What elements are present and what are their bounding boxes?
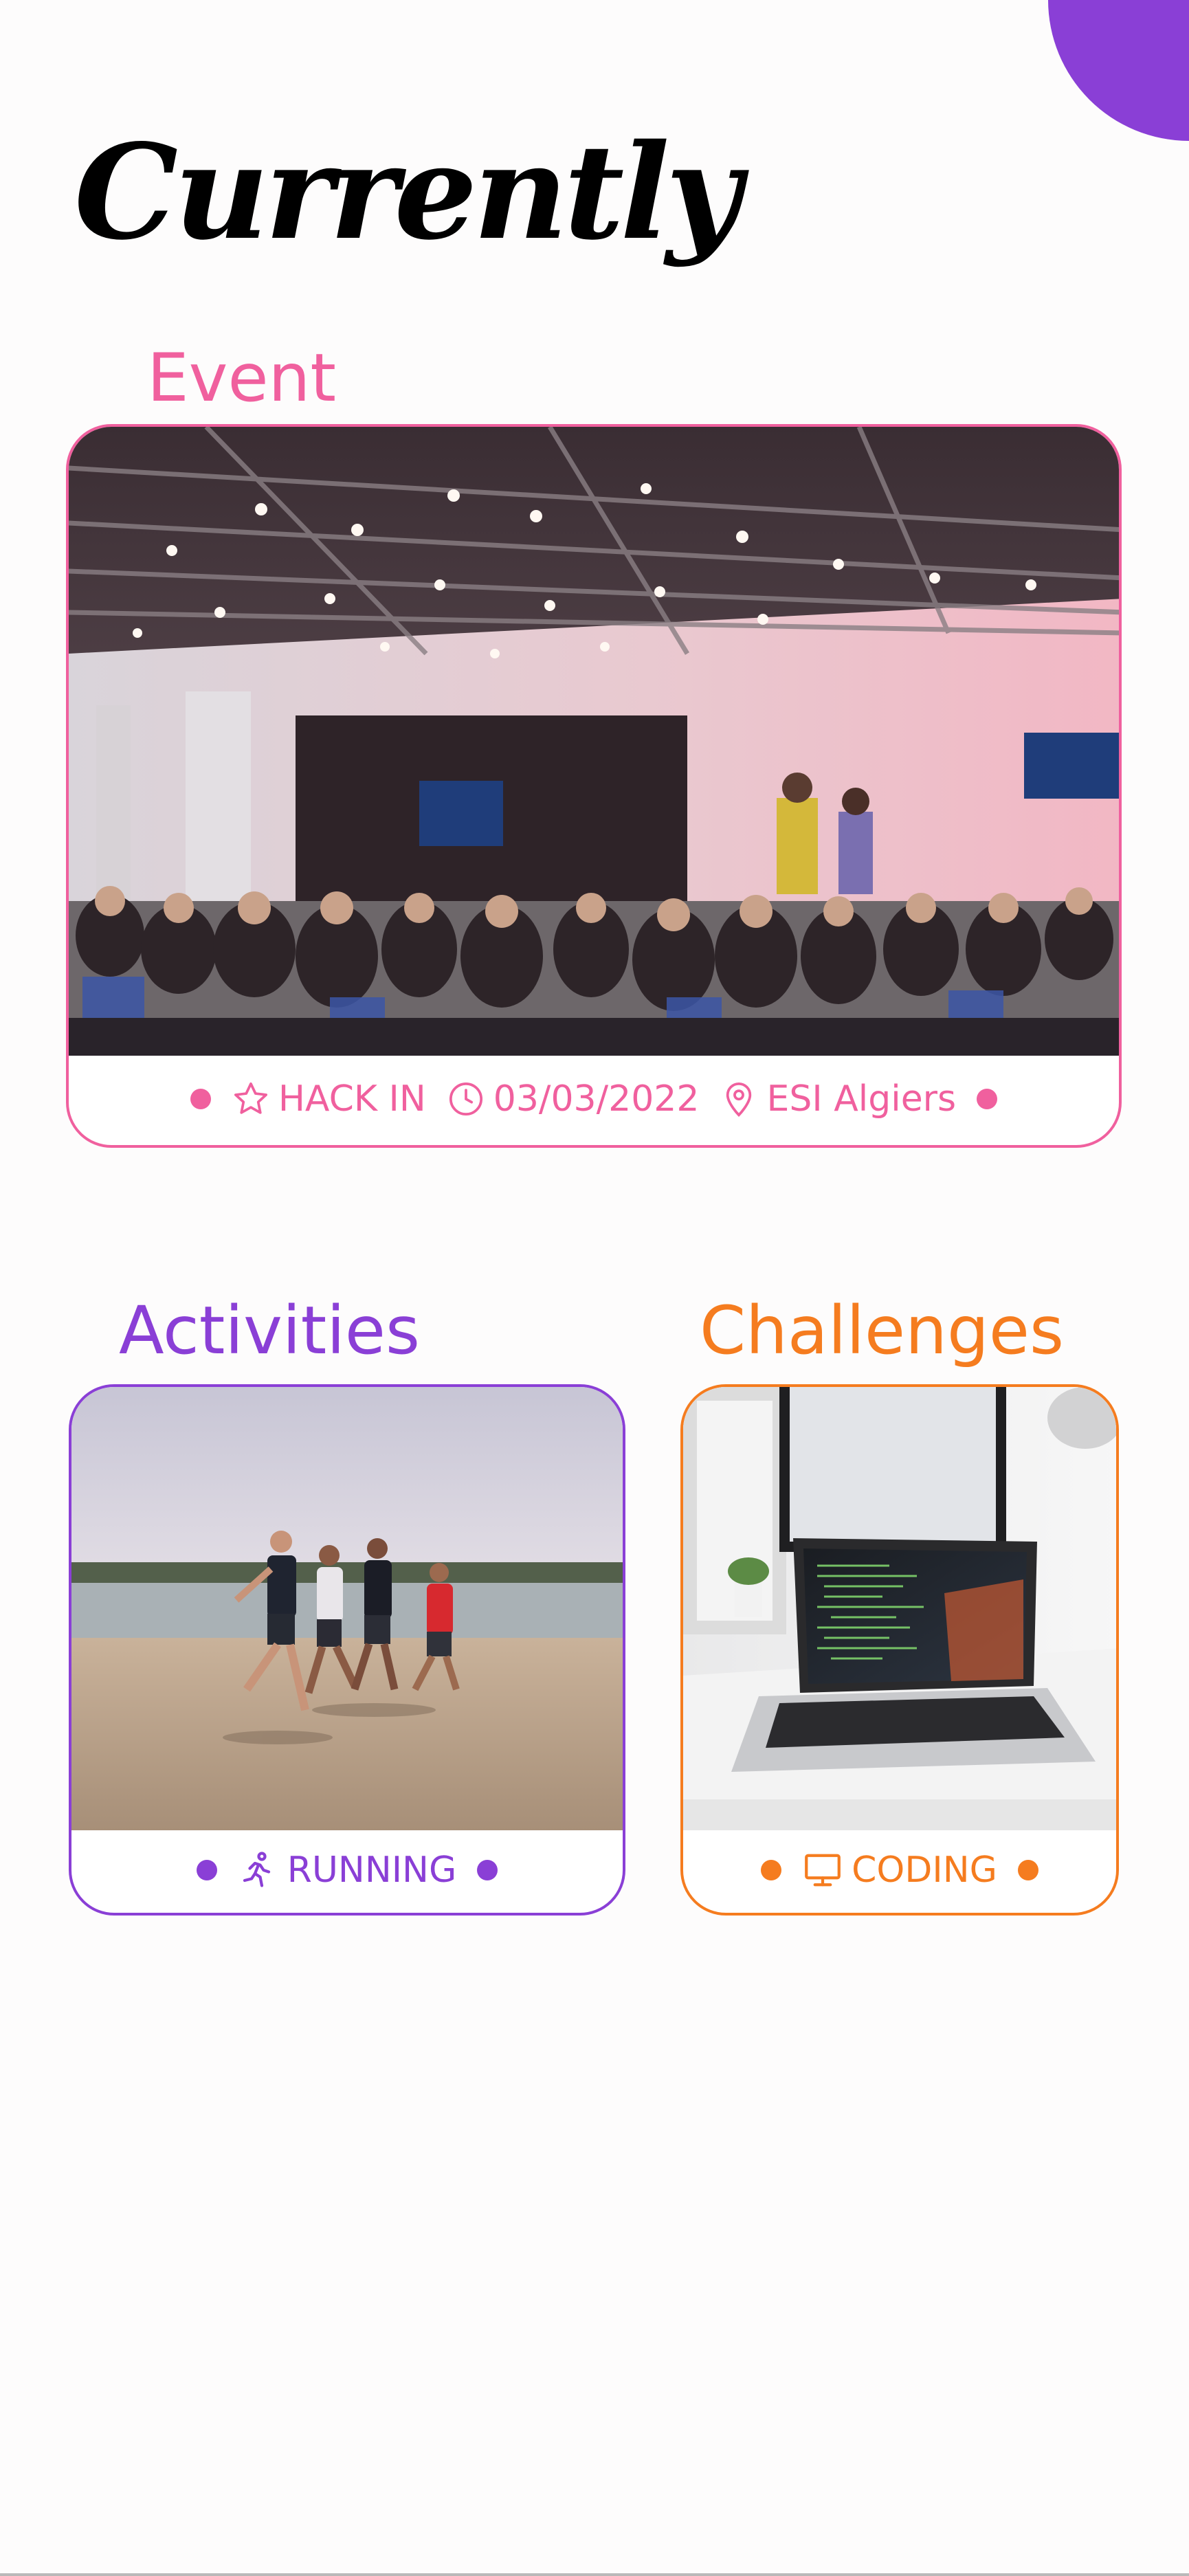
activities-info-bar: RUNNING <box>71 1828 623 1913</box>
activities-photo <box>71 1387 623 1830</box>
corner-decoration <box>1048 0 1189 141</box>
event-photo <box>69 427 1119 1056</box>
event-date-item: 03/03/2022 <box>447 1078 700 1120</box>
bullet-dot <box>477 1860 498 1880</box>
event-name-item: HACK IN <box>232 1080 426 1118</box>
bullet-dot <box>196 1860 217 1880</box>
challenges-photo <box>683 1387 1116 1830</box>
star-icon <box>234 1082 267 1114</box>
bottom-divider <box>0 2573 1189 2576</box>
bullet-dot <box>761 1860 782 1880</box>
running-person-icon <box>243 1852 270 1887</box>
challenges-heading: Challenges <box>700 1292 1064 1369</box>
bullet-dot <box>977 1089 998 1109</box>
monitor-icon <box>805 1854 841 1887</box>
page: Currently Event HACK IN 03/03/2022 ESI A… <box>0 0 1189 2576</box>
activities-heading: Activities <box>119 1292 420 1369</box>
activities-card[interactable]: RUNNING <box>69 1384 625 1916</box>
clock-icon <box>449 1082 482 1116</box>
event-card[interactable]: HACK IN 03/03/2022 ESI Algiers <box>66 424 1122 1148</box>
challenges-card[interactable]: CODING <box>680 1384 1119 1916</box>
page-title: Currently <box>74 115 742 269</box>
challenge-label: CODING <box>852 1850 997 1891</box>
challenges-info-bar: CODING <box>683 1828 1116 1913</box>
challenge-item: CODING <box>802 1850 997 1891</box>
event-location: ESI Algiers <box>766 1078 957 1120</box>
bullet-dot <box>190 1089 211 1109</box>
event-date: 03/03/2022 <box>493 1078 700 1120</box>
event-heading: Event <box>147 340 337 417</box>
bullet-dot <box>1017 1860 1038 1880</box>
event-name: HACK IN <box>278 1078 426 1120</box>
event-location-item: ESI Algiers <box>720 1080 956 1118</box>
activity-label: RUNNING <box>287 1850 457 1891</box>
activity-item: RUNNING <box>238 1850 457 1891</box>
map-pin-icon <box>726 1082 752 1118</box>
event-info-bar: HACK IN 03/03/2022 ESI Algiers <box>69 1053 1119 1145</box>
